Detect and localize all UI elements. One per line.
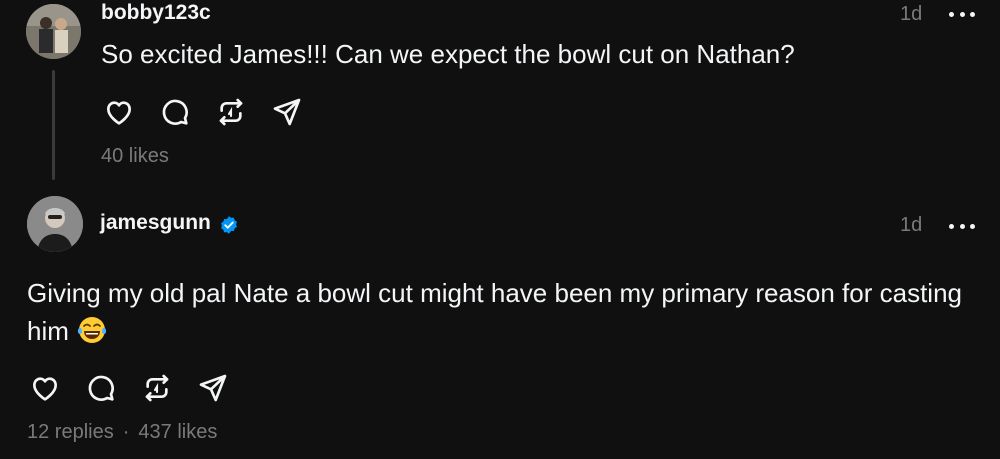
heart-icon <box>33 377 57 401</box>
timestamp: 1d <box>900 3 923 25</box>
comment-icon <box>162 99 188 125</box>
post-text: So excited James!!! Can we expect the bo… <box>101 39 795 69</box>
repost-button[interactable] <box>213 94 249 130</box>
post-text: Giving my old pal Nate a bowl cut might … <box>27 274 977 350</box>
likes-count[interactable]: 437 likes <box>138 421 217 443</box>
like-button[interactable] <box>101 94 137 130</box>
thread-line <box>52 70 55 180</box>
share-button[interactable] <box>269 94 305 130</box>
avatar[interactable] <box>27 196 83 252</box>
username[interactable]: jamesgunn <box>100 211 211 235</box>
action-bar <box>101 94 325 130</box>
like-button[interactable] <box>27 370 63 406</box>
share-icon <box>273 98 301 126</box>
more-icon[interactable] <box>949 221 975 231</box>
share-icon <box>199 374 227 402</box>
stats-separator: · <box>122 421 130 443</box>
verified-badge-icon <box>221 216 237 234</box>
comment-icon <box>88 375 114 401</box>
more-icon[interactable] <box>949 9 975 19</box>
reply-post-bobby123c: bobby123c 1d So excited James!!! Can we … <box>0 0 1000 190</box>
action-bar <box>27 370 251 406</box>
stats: 40 likes <box>101 145 169 168</box>
likes-count[interactable]: 40 likes <box>101 145 169 167</box>
username[interactable]: bobby123c <box>101 1 211 25</box>
replies-count[interactable]: 12 replies <box>27 421 114 443</box>
reply-post-jamesgunn: jamesgunn 1d Giving my old pal Nate a bo… <box>0 190 1000 459</box>
tears-of-joy-emoji-icon <box>78 317 107 343</box>
stats: 12 replies · 437 likes <box>27 421 217 444</box>
share-button[interactable] <box>195 370 231 406</box>
comment-button[interactable] <box>157 94 193 130</box>
avatar[interactable] <box>26 4 81 59</box>
post-text-content: Giving my old pal Nate a bowl cut might … <box>27 278 962 346</box>
repost-icon <box>219 98 243 126</box>
comment-button[interactable] <box>83 370 119 406</box>
repost-icon <box>145 374 169 402</box>
repost-button[interactable] <box>139 370 175 406</box>
heart-icon <box>107 101 131 125</box>
timestamp: 1d <box>900 214 923 236</box>
